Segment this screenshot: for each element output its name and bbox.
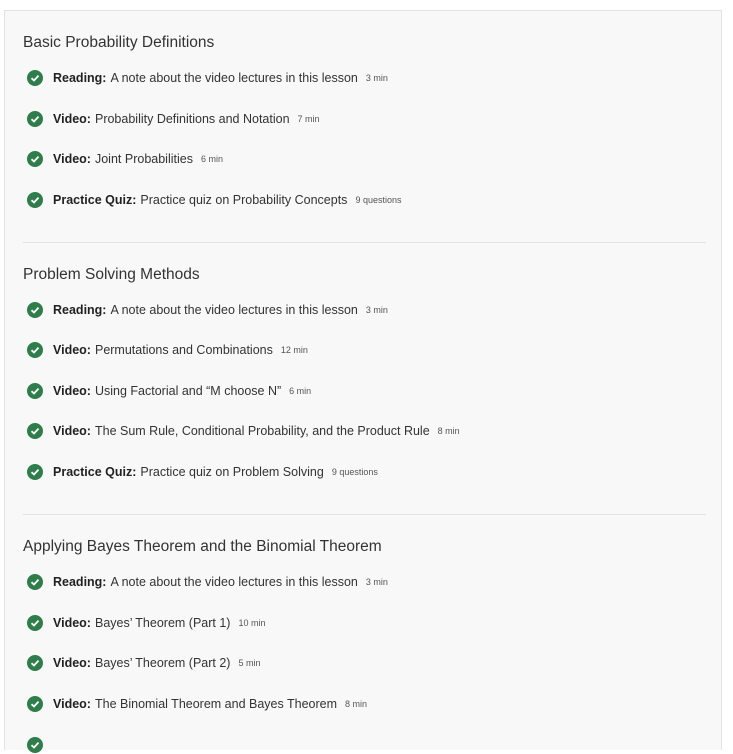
lesson-title: Basic Probability Definitions (23, 34, 215, 51)
item-title: A note about the video lectures in this … (110, 303, 358, 317)
lesson-item-reading[interactable]: Reading: A note about the video lectures… (27, 69, 388, 87)
item-duration: 3 min (365, 577, 388, 587)
item-title: Bayes’ Theorem (Part 2) (94, 656, 231, 670)
item-duration: 3 min (365, 305, 388, 315)
item-title: Practice quiz on Problem Solving (140, 465, 324, 479)
course-week-panel: Basic Probability Definitions Reading: A… (4, 10, 722, 753)
checkmark-circle-icon (27, 151, 43, 167)
lesson-title: Problem Solving Methods (23, 266, 200, 283)
item-title: Using Factorial and “M choose N” (94, 384, 282, 398)
lesson-item-video[interactable]: Video: Using Factorial and “M choose N” … (27, 382, 311, 400)
item-kind: Video: (53, 152, 91, 166)
item-duration: 10 min (238, 618, 266, 628)
item-duration: 12 min (280, 345, 308, 355)
lesson-item-video[interactable]: Video: Probability Definitions and Notat… (27, 110, 320, 128)
item-kind: Practice Quiz: (53, 193, 137, 207)
checkmark-circle-icon (27, 70, 43, 86)
item-title: Permutations and Combinations (94, 343, 273, 357)
lesson-section: Applying Bayes Theorem and the Binomial … (23, 536, 706, 558)
checkmark-circle-icon (27, 383, 43, 399)
item-title: Bayes’ Theorem (Part 1) (94, 616, 231, 630)
item-kind: Reading: (53, 575, 107, 589)
item-duration: 6 min (200, 154, 223, 164)
lesson-item-video[interactable]: Video: Bayes’ Theorem (Part 1) 10 min (27, 614, 265, 632)
item-title: Practice quiz on Probability Concepts (140, 193, 348, 207)
item-title: Probability Definitions and Notation (94, 112, 290, 126)
item-kind: Practice Quiz: (53, 465, 137, 479)
item-kind: Video: (53, 656, 91, 670)
item-kind: Video: (53, 112, 91, 126)
item-duration: 8 min (437, 426, 460, 436)
item-title: A note about the video lectures in this … (110, 575, 358, 589)
item-duration: 6 min (289, 386, 312, 396)
lesson-item-quiz[interactable]: Practice Quiz: Practice quiz on Problem … (27, 463, 378, 481)
checkmark-circle-icon (27, 615, 43, 631)
checkmark-circle-icon (27, 655, 43, 671)
item-title: Joint Probabilities (94, 152, 193, 166)
checkmark-circle-icon (27, 737, 43, 753)
section-divider (23, 242, 706, 243)
checkmark-circle-icon (27, 192, 43, 208)
checkmark-circle-icon (27, 302, 43, 318)
item-kind: Video: (53, 384, 91, 398)
item-kind: Reading: (53, 71, 107, 85)
item-duration: 7 min (297, 114, 320, 124)
item-kind: Video: (53, 697, 91, 711)
item-question-count: 9 questions (331, 467, 378, 477)
item-duration: 5 min (238, 658, 261, 668)
item-kind: Video: (53, 343, 91, 357)
item-kind: Video: (53, 616, 91, 630)
lesson-item-video[interactable]: Video: The Binomial Theorem and Bayes Th… (27, 695, 367, 713)
lesson-item-reading[interactable]: Reading: A note about the video lectures… (27, 301, 388, 319)
item-title: The Binomial Theorem and Bayes Theorem (94, 697, 338, 711)
lesson-item-partial[interactable] (27, 736, 53, 754)
item-title: A note about the video lectures in this … (110, 71, 358, 85)
checkmark-circle-icon (27, 423, 43, 439)
lesson-item-video[interactable]: Video: The Sum Rule, Conditional Probabi… (27, 422, 460, 440)
item-question-count: 9 questions (355, 195, 402, 205)
lesson-section: Problem Solving Methods (23, 264, 706, 286)
lesson-item-quiz[interactable]: Practice Quiz: Practice quiz on Probabil… (27, 191, 401, 209)
checkmark-circle-icon (27, 342, 43, 358)
item-title: The Sum Rule, Conditional Probability, a… (94, 424, 430, 438)
checkmark-circle-icon (27, 111, 43, 127)
item-duration: 8 min (345, 699, 368, 709)
checkmark-circle-icon (27, 464, 43, 480)
section-divider (23, 514, 706, 515)
lesson-item-video[interactable]: Video: Bayes’ Theorem (Part 2) 5 min (27, 654, 260, 672)
item-kind: Reading: (53, 303, 107, 317)
lesson-item-video[interactable]: Video: Joint Probabilities 6 min (27, 150, 223, 168)
lesson-item-video[interactable]: Video: Permutations and Combinations 12 … (27, 341, 308, 359)
lesson-item-reading[interactable]: Reading: A note about the video lectures… (27, 573, 388, 591)
lesson-section: Basic Probability Definitions (23, 32, 706, 54)
item-duration: 3 min (365, 73, 388, 83)
item-kind: Video: (53, 424, 91, 438)
checkmark-circle-icon (27, 696, 43, 712)
checkmark-circle-icon (27, 574, 43, 590)
lesson-title: Applying Bayes Theorem and the Binomial … (23, 538, 382, 555)
